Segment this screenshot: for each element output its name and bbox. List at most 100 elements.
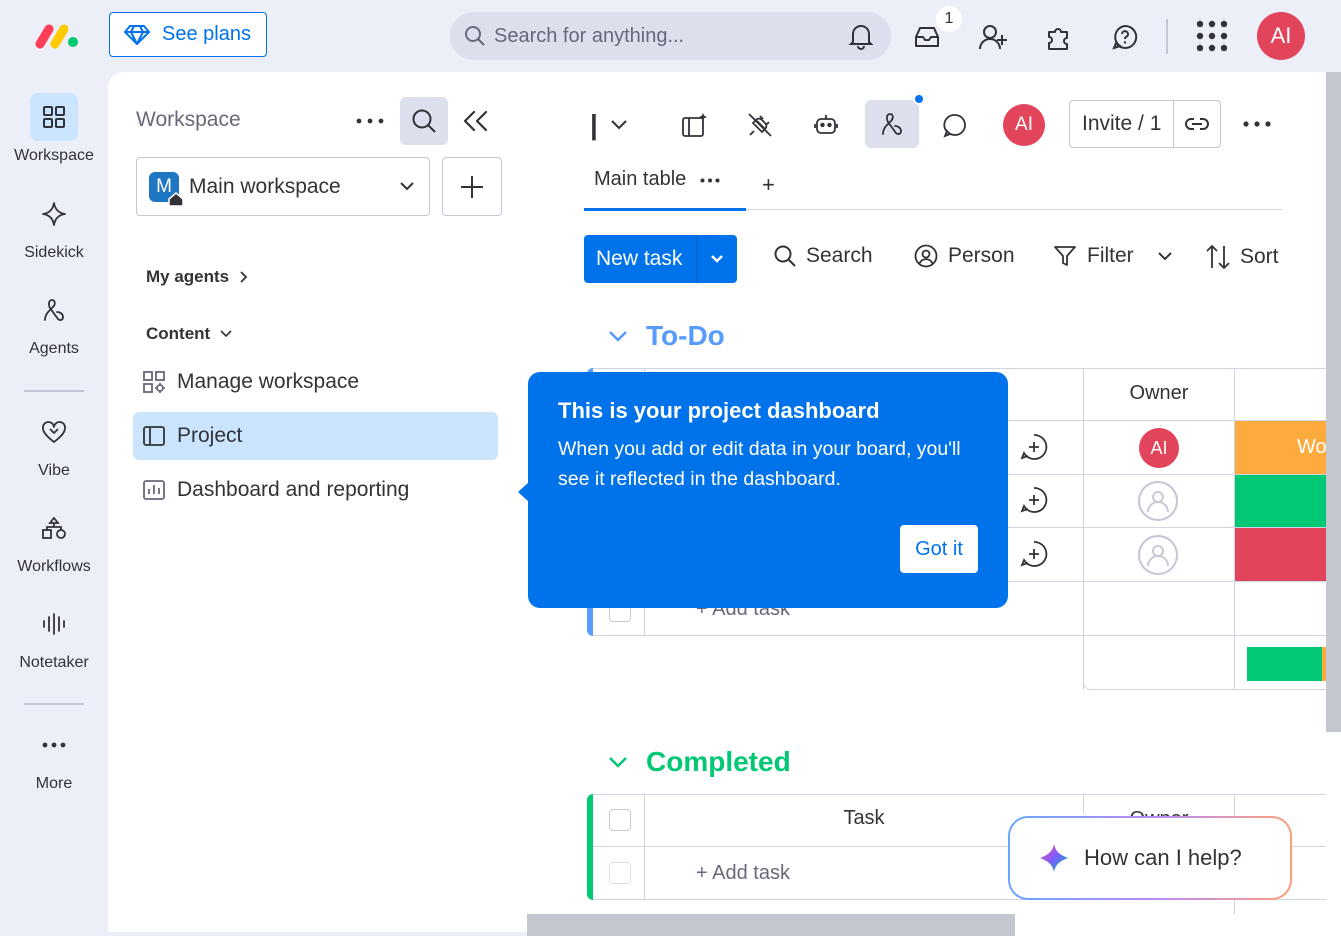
global-search-input[interactable]: Search for anything... <box>450 12 891 60</box>
empty-owner-avatar-icon[interactable] <box>1138 535 1178 575</box>
rail-item-vibe[interactable]: Vibe <box>0 414 108 480</box>
integrations-plug-icon[interactable] <box>737 102 783 148</box>
rail-label: Workspace <box>14 147 94 164</box>
chevron-down-icon <box>710 254 724 264</box>
heart-icon <box>30 414 78 450</box>
sort-button[interactable]: Sort <box>1206 244 1279 270</box>
search-placeholder: Search for anything... <box>494 24 685 47</box>
updates-chat-icon[interactable] <box>932 102 978 148</box>
add-update-icon[interactable] <box>1020 540 1048 568</box>
rail-item-notetaker[interactable]: Notetaker <box>0 606 108 672</box>
select-all-checkbox[interactable] <box>609 809 631 831</box>
agents-button[interactable] <box>865 93 925 148</box>
filter-button[interactable]: Filter <box>1053 244 1172 268</box>
workspace-badge: M <box>149 171 184 207</box>
nav-item-label: Project <box>177 424 243 447</box>
sort-label: Sort <box>1240 245 1279 268</box>
dashboard-icon <box>143 480 165 500</box>
add-task-row[interactable]: + Add task <box>696 862 790 885</box>
group-title: To-Do <box>646 320 725 351</box>
rail-label: Sidekick <box>24 244 84 261</box>
filter-label: Filter <box>1087 244 1134 267</box>
board-more-dots-icon[interactable] <box>1242 121 1272 127</box>
rail-divider <box>24 390 84 392</box>
add-view-button[interactable]: + <box>762 172 775 198</box>
nav-item-dashboard[interactable]: Dashboard and reporting <box>133 466 498 514</box>
tab-label: Main table <box>594 168 687 190</box>
chevron-down-icon <box>610 119 628 131</box>
ai-help-text: How can I help? <box>1084 845 1242 870</box>
chevron-down-icon[interactable] <box>1157 251 1172 261</box>
person-filter-button[interactable]: Person <box>914 244 1015 268</box>
nav-item-manage-workspace[interactable]: Manage workspace <box>133 358 498 406</box>
add-item-button[interactable] <box>442 157 502 216</box>
tab-main-table[interactable]: Main table <box>584 168 746 211</box>
automations-robot-icon[interactable] <box>803 102 849 148</box>
rail-item-workflows[interactable]: Workflows <box>0 510 108 576</box>
sort-arrows-icon <box>1206 244 1230 270</box>
owner-column-header: Owner <box>1129 382 1189 404</box>
got-it-button[interactable]: Got it <box>900 525 978 573</box>
collapse-panel-icon[interactable] <box>462 110 490 132</box>
empty-owner-avatar-icon[interactable] <box>1138 481 1178 521</box>
rail-label: Vibe <box>38 462 70 479</box>
rail-label: Notetaker <box>19 654 89 671</box>
row-checkbox[interactable] <box>609 862 631 884</box>
status-cell[interactable] <box>1235 475 1326 527</box>
user-avatar[interactable]: AI <box>1257 12 1305 60</box>
chevron-down-icon <box>399 181 415 191</box>
rail-item-more[interactable]: More <box>0 727 108 793</box>
status-cell[interactable] <box>1235 528 1326 581</box>
board-user-avatar[interactable]: AI <box>1003 104 1045 146</box>
agent-icon <box>30 292 78 328</box>
board-search-button[interactable]: Search <box>774 244 873 268</box>
tooltip-body: When you add or edit data in your board,… <box>558 438 961 490</box>
invite-members-icon[interactable] <box>978 22 1008 52</box>
add-update-icon[interactable] <box>1020 433 1048 461</box>
waveform-icon <box>30 606 78 642</box>
chevron-down-icon <box>220 330 232 338</box>
group-header-todo[interactable]: To-Do <box>608 320 725 352</box>
workspace-selector[interactable]: M Main workspace <box>136 157 430 216</box>
workspace-panel-title: Workspace <box>136 108 241 131</box>
vertical-scrollbar[interactable] <box>1326 72 1341 732</box>
search-icon <box>411 108 437 134</box>
board-sidekick-icon[interactable] <box>672 102 718 148</box>
invite-label: Invite / 1 <box>1070 101 1175 147</box>
horizontal-scrollbar[interactable] <box>527 914 1015 936</box>
group-header-completed[interactable]: Completed <box>608 746 791 778</box>
board-title-menu[interactable]: | <box>590 109 628 141</box>
tab-options-dots-icon[interactable] <box>700 178 720 183</box>
workspace-search-button[interactable] <box>400 97 448 145</box>
copy-link-icon[interactable] <box>1174 116 1220 132</box>
new-task-button[interactable]: New task <box>584 235 737 283</box>
board-search-label: Search <box>806 244 873 267</box>
add-update-icon[interactable] <box>1020 486 1048 514</box>
rail-item-workspace[interactable]: Workspace <box>0 93 108 165</box>
rail-item-sidekick[interactable]: Sidekick <box>0 196 108 262</box>
apps-puzzle-icon[interactable] <box>1044 22 1074 52</box>
nav-item-project[interactable]: Project <box>133 412 498 460</box>
workspace-options-dots-icon[interactable] <box>355 118 385 124</box>
notifications-bell-icon[interactable] <box>848 22 874 50</box>
rail-item-agents[interactable]: Agents <box>0 292 108 358</box>
help-icon[interactable] <box>1110 22 1140 52</box>
app-switcher-grid-icon[interactable] <box>1196 20 1228 52</box>
filter-icon <box>1053 244 1077 268</box>
new-task-dropdown[interactable] <box>696 235 737 283</box>
my-agents-section[interactable]: My agents <box>146 267 248 287</box>
invite-button[interactable]: Invite / 1 <box>1069 100 1221 148</box>
content-section[interactable]: Content <box>146 324 232 344</box>
manage-icon <box>143 371 165 393</box>
ai-help-widget[interactable]: How can I help? <box>1008 816 1292 900</box>
person-icon <box>914 244 938 268</box>
search-icon <box>464 25 486 47</box>
notification-dot <box>913 93 925 105</box>
nav-item-label: Dashboard and reporting <box>177 478 410 501</box>
see-plans-button[interactable]: See plans <box>109 12 267 57</box>
status-cell[interactable]: Wo <box>1235 421 1326 474</box>
ai-help-inner[interactable]: How can I help? <box>1010 818 1290 898</box>
owner-avatar[interactable]: AI <box>1139 428 1179 468</box>
more-dots-icon <box>30 727 78 763</box>
monday-logo-icon[interactable] <box>34 22 80 50</box>
